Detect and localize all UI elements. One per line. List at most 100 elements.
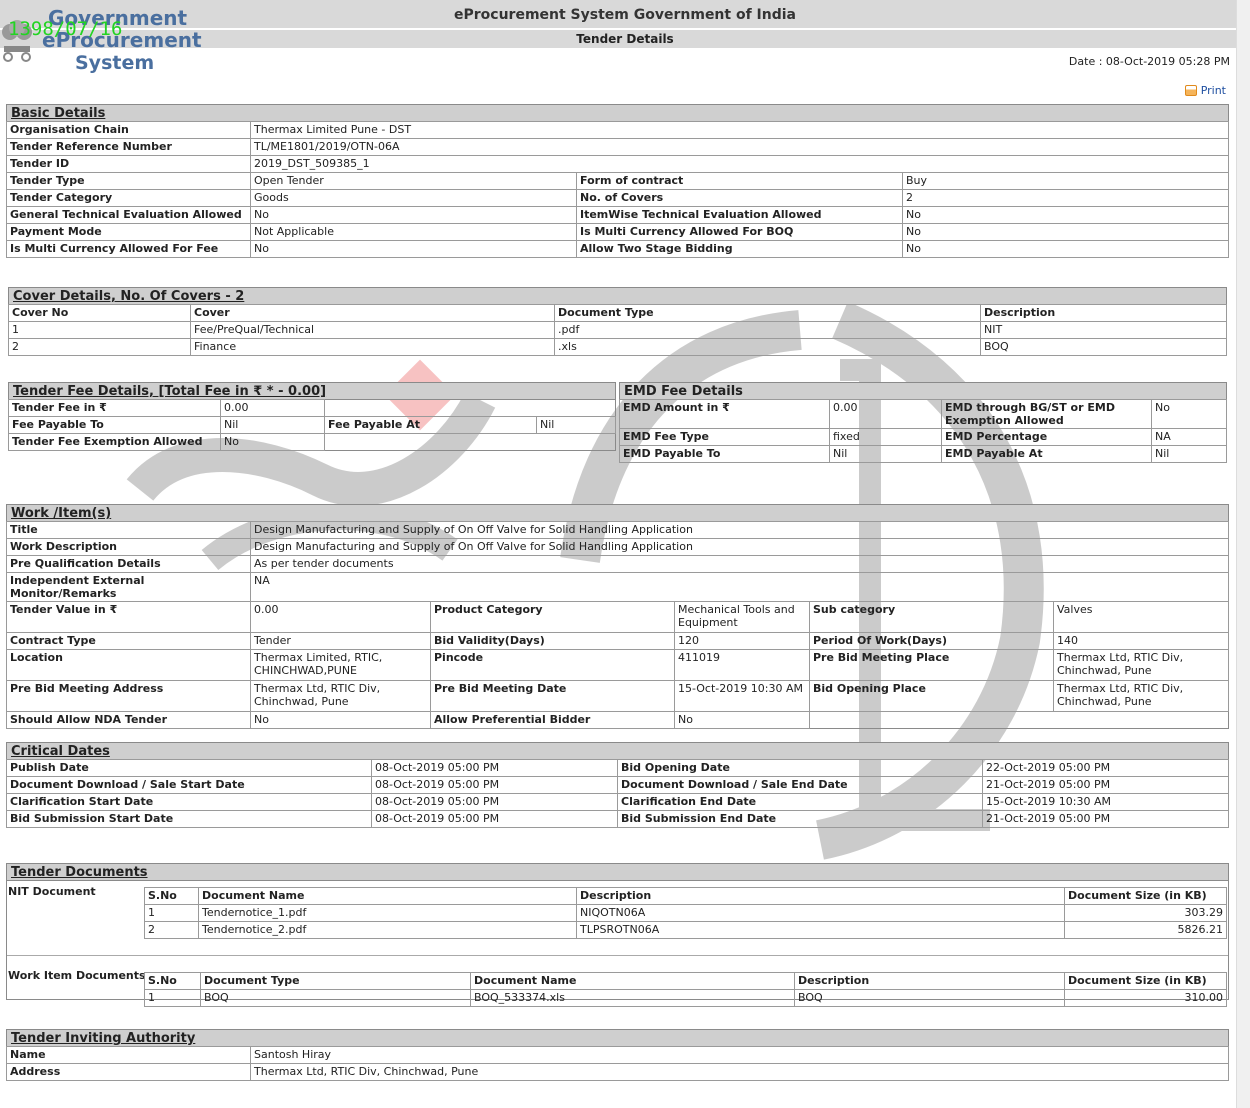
table-row: Tender Fee Exemption Allowed No — [8, 433, 616, 451]
field-label: ItemWise Technical Evaluation Allowed — [576, 206, 903, 224]
field-label: Publish Date — [6, 759, 372, 777]
field-label: Document Download / Sale Start Date — [6, 776, 372, 794]
column-header: Cover — [190, 304, 555, 322]
table-row: Pre Bid Meeting Address Thermax Ltd, RTI… — [6, 680, 1229, 712]
table-cell: TLPSROTN06A — [576, 921, 1065, 939]
table-row: Tender Reference Number TL/ME1801/2019/O… — [6, 138, 1229, 156]
table-row: EMD Payable To Nil EMD Payable At Nil — [619, 445, 1227, 463]
table-cell: Fee/PreQual/Technical — [190, 321, 555, 339]
field-label: Pre Qualification Details — [6, 555, 251, 573]
field-value: Nil — [536, 416, 616, 434]
table-cell: NIQOTN06A — [576, 904, 1065, 922]
table-cell: 1 — [144, 989, 201, 1007]
field-label: EMD Payable At — [941, 445, 1152, 463]
column-header: Document Name — [470, 972, 795, 990]
field-value: Thermax Limited Pune - DST — [250, 121, 1229, 139]
field-label: Period Of Work(Days) — [809, 632, 1054, 650]
field-value: As per tender documents — [250, 555, 1229, 573]
field-label: Bid Submission End Date — [617, 810, 983, 828]
field-value: No — [902, 240, 1229, 258]
field-label: Document Download / Sale End Date — [617, 776, 983, 794]
field-label: EMD Fee Type — [619, 428, 830, 446]
field-label: Bid Validity(Days) — [430, 632, 675, 650]
work-item-documents-label: Work Item Documents — [8, 969, 146, 982]
nit-document-table: S.No Document Name Description Document … — [144, 887, 1227, 939]
table-cell: Finance — [190, 338, 555, 356]
document-link[interactable]: Tendernotice_2.pdf — [198, 921, 577, 939]
table-row: Tender Category Goods No. of Covers 2 — [6, 189, 1229, 207]
field-label: Product Category — [430, 601, 675, 633]
field-value: 08-Oct-2019 05:00 PM — [371, 793, 618, 811]
field-label: Fee Payable At — [324, 416, 537, 434]
field-value: 08-Oct-2019 05:00 PM — [371, 810, 618, 828]
field-label: Tender ID — [6, 155, 251, 173]
field-value: Goods — [250, 189, 577, 207]
field-value: Design Manufacturing and Supply of On Of… — [250, 538, 1229, 556]
field-value: Nil — [220, 416, 325, 434]
table-cell: BOQ — [980, 338, 1227, 356]
section-title: Critical Dates — [6, 742, 1229, 759]
field-value: Mechanical Tools and Equipment — [674, 601, 810, 633]
print-link[interactable]: Print — [1184, 84, 1226, 97]
current-date: Date : 08-Oct-2019 05:28 PM — [1068, 55, 1230, 68]
field-label: Tender Reference Number — [6, 138, 251, 156]
field-label: No. of Covers — [576, 189, 903, 207]
field-value: 0.00 — [829, 399, 942, 429]
print-label: Print — [1200, 84, 1226, 97]
field-label: Allow Preferential Bidder — [430, 711, 675, 729]
field-value: Nil — [1151, 445, 1227, 463]
vertical-scrollbar[interactable] — [1236, 0, 1250, 1108]
field-label: Pre Bid Meeting Place — [809, 649, 1054, 681]
section-title: Tender Fee Details, [Total Fee in ₹ * - … — [8, 382, 616, 399]
field-value: 22-Oct-2019 05:00 PM — [982, 759, 1229, 777]
field-value: 15-Oct-2019 10:30 AM — [674, 680, 810, 712]
cover-details-section: Cover Details, No. Of Covers - 2 Cover N… — [8, 287, 1227, 356]
field-label: Name — [6, 1046, 251, 1064]
table-row: 1 Fee/PreQual/Technical .pdf NIT — [8, 321, 1227, 339]
table-cell: NIT — [980, 321, 1227, 339]
field-value: Design Manufacturing and Supply of On Of… — [250, 521, 1229, 539]
column-header: Document Type — [554, 304, 981, 322]
field-label: Bid Submission Start Date — [6, 810, 372, 828]
field-label: Address — [6, 1063, 251, 1081]
column-header: Document Size (in KB) — [1064, 972, 1227, 990]
table-row: EMD Amount in ₹ 0.00 EMD through BG/ST o… — [619, 399, 1227, 429]
table-cell: 5826.21 — [1064, 921, 1227, 939]
field-label: Is Multi Currency Allowed For Fee — [6, 240, 251, 258]
field-label: Allow Two Stage Bidding — [576, 240, 903, 258]
table-row: Name Santosh Hiray — [6, 1046, 1229, 1064]
section-title: Work /Item(s) — [6, 504, 1229, 521]
field-value: 08-Oct-2019 05:00 PM — [371, 776, 618, 794]
field-label: Independent External Monitor/Remarks — [6, 572, 251, 602]
field-label: Sub category — [809, 601, 1054, 633]
table-row: General Technical Evaluation Allowed No … — [6, 206, 1229, 224]
table-row: 1 BOQ BOQ_533374.xls BOQ 310.00 — [144, 989, 1227, 1007]
table-cell: 1 — [8, 321, 191, 339]
table-cell: .xls — [554, 338, 981, 356]
table-row: Is Multi Currency Allowed For Fee No All… — [6, 240, 1229, 258]
table-row: Payment Mode Not Applicable Is Multi Cur… — [6, 223, 1229, 241]
field-label: Payment Mode — [6, 223, 251, 241]
table-header-row: Cover No Cover Document Type Description — [8, 304, 1227, 322]
column-header: S.No — [144, 887, 199, 905]
critical-dates-section: Critical Dates Publish Date 08-Oct-2019 … — [6, 742, 1229, 828]
document-link[interactable]: BOQ_533374.xls — [470, 989, 795, 1007]
section-title: Basic Details — [6, 104, 1229, 121]
column-header: Description — [794, 972, 1065, 990]
table-row: Should Allow NDA Tender No Allow Prefere… — [6, 711, 1229, 729]
field-value: 0.00 — [220, 399, 325, 417]
field-label: Should Allow NDA Tender — [6, 711, 251, 729]
field-label: Is Multi Currency Allowed For BOQ — [576, 223, 903, 241]
field-label: Pre Bid Meeting Address — [6, 680, 251, 712]
field-value: Thermax Ltd, RTIC Div, Chinchwad, Pune — [1053, 680, 1229, 712]
field-value: 2 — [902, 189, 1229, 207]
table-row: Work Description Design Manufacturing an… — [6, 538, 1229, 556]
field-value: Buy — [902, 172, 1229, 190]
field-value: No — [902, 223, 1229, 241]
document-link[interactable]: Tendernotice_1.pdf — [198, 904, 577, 922]
column-header: Document Type — [200, 972, 471, 990]
emd-fee-section: EMD Fee Details EMD Amount in ₹ 0.00 EMD… — [619, 382, 1227, 463]
table-row: Clarification Start Date 08-Oct-2019 05:… — [6, 793, 1229, 811]
table-row: Address Thermax Ltd, RTIC Div, Chinchwad… — [6, 1063, 1229, 1081]
table-cell: 2 — [144, 921, 199, 939]
